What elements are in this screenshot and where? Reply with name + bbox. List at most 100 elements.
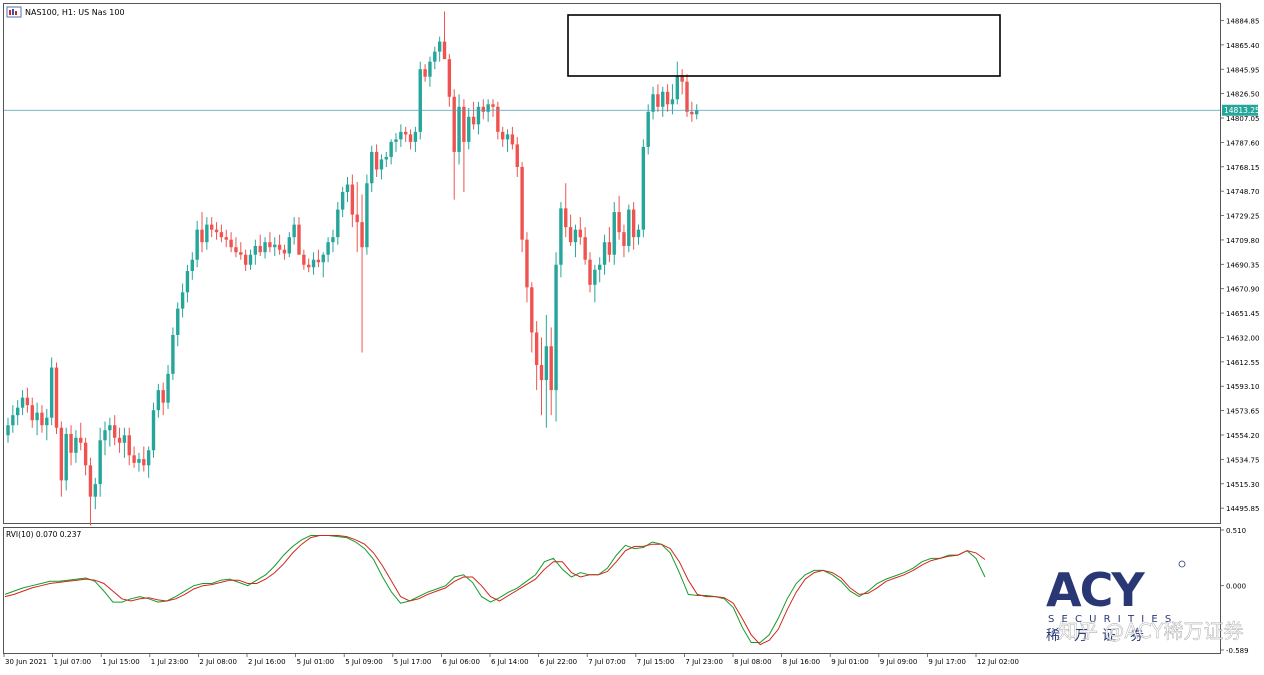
candle-body [277,244,282,250]
candle [151,402,156,458]
price-tick-label: 14826.50 [1226,91,1259,99]
candle-body [583,237,587,260]
candle-body [83,442,88,466]
candle-body [695,110,699,115]
candle-body [35,412,39,421]
price-tick-label: 14534.75 [1226,456,1259,464]
candle-body [292,224,296,238]
candle-body [452,96,456,152]
time-tick-label: 1 Jul 15:00 [102,658,140,666]
candle-body [108,425,112,431]
price-tick-label: 14787.60 [1226,139,1259,147]
main-chart-frame[interactable] [3,3,1221,524]
time-tick-label: 6 Jul 22:00 [540,658,578,666]
candle-body [224,237,228,240]
candle [520,161,524,253]
candle-body [297,224,301,255]
candle-body [520,166,524,240]
candle-body [219,232,224,238]
candle [49,357,54,426]
candle-body [103,430,107,441]
rvi-title: RVI(10) 0.070 0.237 [6,530,81,539]
candle-body [374,151,379,170]
candle-body [243,254,248,265]
candle-body [491,104,495,107]
candle-body [113,425,117,438]
candle-body [602,242,607,265]
candle-body [379,159,384,170]
candle-body [433,51,437,62]
candle-body [258,245,262,253]
candle-body [345,184,350,193]
candle-body [350,184,355,215]
price-axis[interactable]: 14884.85 14865.40 14845.95 14826.50 14807.05… [1220,17,1259,513]
candle-body [239,252,243,255]
price-tick-label: 14768.15 [1226,164,1259,172]
time-tick-label: 9 Jul 09:00 [880,658,918,666]
candle-body [117,437,122,443]
candle-body [447,59,452,97]
candle-body [651,94,655,112]
candle-body [156,390,161,411]
candle-body [365,183,369,248]
time-tick-label: 12 Jul 02:00 [977,658,1019,666]
candle-body [137,459,141,463]
time-tick-label: 7 Jul 07:00 [588,658,626,666]
candle-body [539,365,544,381]
candle-body [234,247,238,253]
price-tick-label: 14709.80 [1226,237,1259,245]
candle-body [151,410,156,451]
candle-body [564,208,568,228]
candle-body [88,465,93,497]
candle [646,104,650,155]
time-tick-label: 1 Jul 23:00 [151,658,189,666]
price-tick-label: 14884.85 [1226,17,1259,25]
candle-body [534,332,539,366]
time-tick-label: 9 Jul 17:00 [928,658,966,666]
candle-body [404,131,408,135]
price-tick-label: 14690.35 [1226,261,1259,269]
candle-body [370,151,374,184]
candle-body [627,209,631,246]
candle-body [675,76,679,100]
candle-body [399,131,403,140]
candle-body [568,227,573,243]
time-tick-label: 8 Jul 16:00 [783,658,821,666]
price-tick-label: 14670.90 [1226,286,1259,294]
time-tick-label: 5 Jul 01:00 [297,658,335,666]
candle-body [331,237,335,243]
candle-body [54,367,59,428]
acy-logo: ACY [1046,563,1145,617]
candle-body [25,397,30,406]
candle-body [142,459,146,466]
time-tick-label: 8 Jul 08:00 [734,658,772,666]
candle-body [79,437,83,443]
candle-body [457,106,461,152]
time-tick-label: 7 Jul 23:00 [685,658,723,666]
price-tick-label: 14632.00 [1226,334,1259,342]
candle-body [360,222,364,248]
candle-body [423,69,427,77]
candle-body [132,455,136,463]
price-tick-label: 14515.30 [1226,481,1259,489]
price-tick-label: 14593.10 [1226,383,1259,391]
candle-body [190,259,194,272]
candle-body [646,111,650,147]
candle-body [476,106,481,125]
time-tick-label: 1 Jul 07:00 [54,658,92,666]
indicator-tick-label: 0.000 [1226,583,1246,591]
candle-body [161,390,165,403]
symbol-icon [6,6,22,18]
price-tick-label: 14612.55 [1226,359,1259,367]
candle-body [530,287,534,333]
candle-body [486,104,490,112]
trading-chart-window: NAS100, H1: US Nas 100 14884.85 14865.40 1… [0,0,1264,671]
candle-body [510,134,515,145]
candle-body [59,427,64,481]
candle-body [146,450,151,466]
candle-body [127,435,131,456]
candle [418,61,422,140]
candle-body [93,484,97,497]
candle-body [11,415,15,426]
candle-body [311,259,316,268]
